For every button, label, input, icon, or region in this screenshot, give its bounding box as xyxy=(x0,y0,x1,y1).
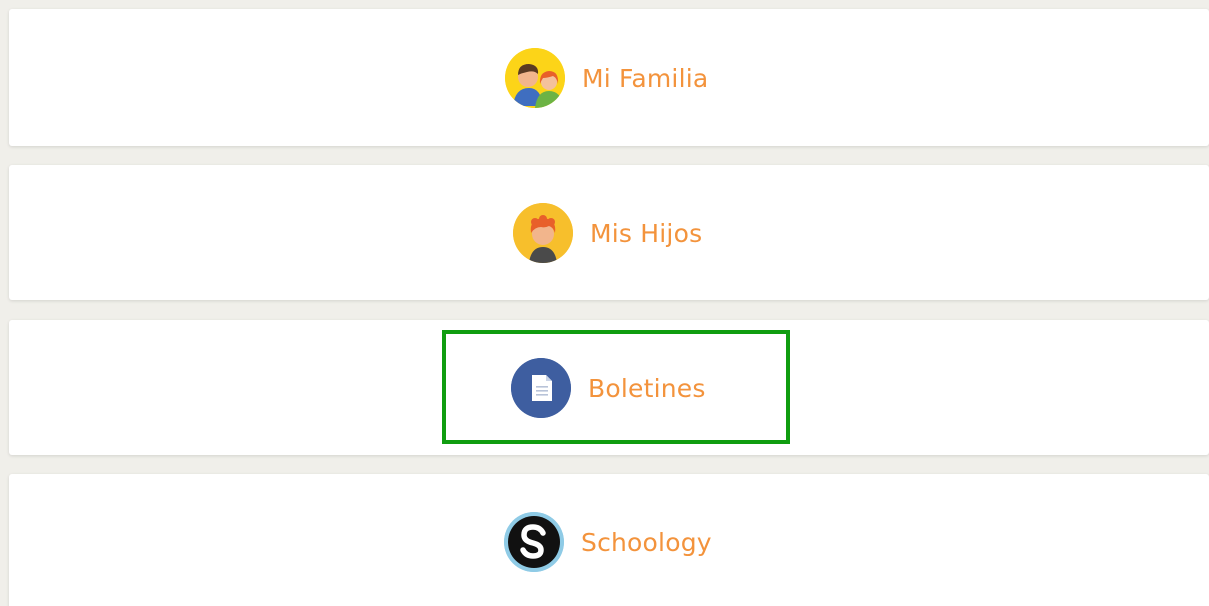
menu-list: Mi Familia Mis Hijos Boletines Schoology xyxy=(0,0,1209,606)
menu-item-label: Schoology xyxy=(581,527,712,557)
menu-item-mis-hijos[interactable]: Mis Hijos xyxy=(513,201,702,265)
menu-item-label: Boletines xyxy=(588,373,706,403)
schoology-logo-icon xyxy=(504,512,564,572)
menu-item-label: Mi Familia xyxy=(582,63,709,93)
child-icon xyxy=(513,203,573,263)
menu-item-boletines[interactable]: Boletines xyxy=(511,356,706,420)
menu-item-schoology[interactable]: Schoology xyxy=(504,510,712,574)
document-icon xyxy=(511,358,571,418)
menu-item-mi-familia[interactable]: Mi Familia xyxy=(505,46,708,110)
family-icon xyxy=(505,48,565,108)
menu-item-label: Mis Hijos xyxy=(590,218,703,248)
